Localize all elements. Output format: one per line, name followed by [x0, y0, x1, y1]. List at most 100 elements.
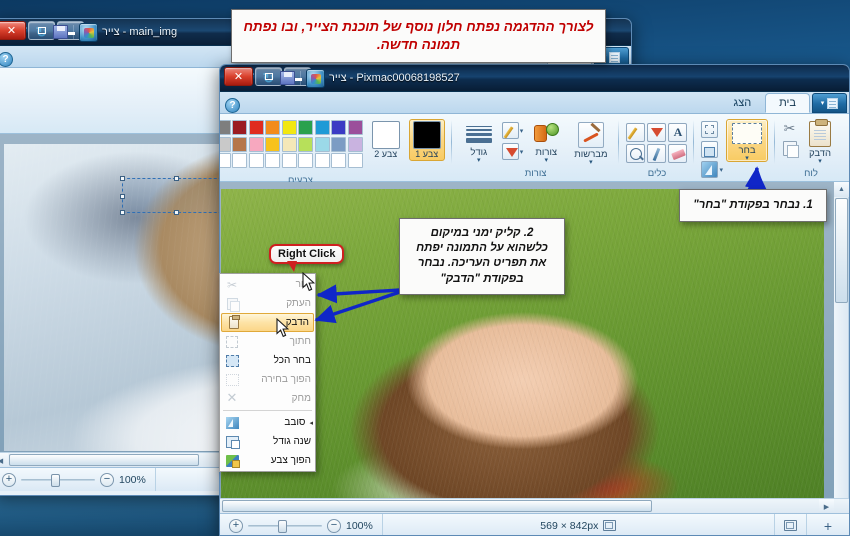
brushes-button[interactable]: מברשות ▾ [569, 119, 612, 166]
text-icon[interactable]: A [668, 122, 688, 142]
chevron-down-icon[interactable]: ▾ [520, 148, 524, 156]
tab-view[interactable]: הצג [720, 93, 766, 113]
color-swatch-1-1[interactable] [347, 120, 363, 135]
chevron-down-icon[interactable]: ▾ [719, 166, 723, 174]
context-menu-item-4[interactable]: בחר הכל [220, 351, 315, 370]
front-hscroll-thumb[interactable] [222, 500, 652, 512]
context-menu-item-8[interactable]: שנה גודל [220, 432, 315, 451]
shapes-button[interactable]: צורות ▾ [526, 119, 566, 164]
color-swatch-2-8[interactable] [232, 136, 248, 152]
color-swatch-1-8[interactable] [232, 120, 248, 135]
back-window-controls[interactable]: ✕ [0, 21, 84, 40]
context-menu-item-6[interactable]: מחק ✕ [220, 389, 315, 408]
scroll-up-arrow[interactable]: ▲ [834, 182, 849, 197]
marquee-handle-bl[interactable] [120, 210, 125, 215]
color-swatch-3-3[interactable] [314, 153, 330, 168]
color-swatch-1-9[interactable] [220, 120, 231, 135]
zoom-slider[interactable] [248, 519, 322, 533]
front-window-controls[interactable]: ✕ [224, 67, 311, 86]
context-menu-item-0[interactable]: גזור✂ [220, 275, 315, 294]
crop-icon[interactable] [701, 121, 719, 138]
context-menu-item-3[interactable]: חתוך [220, 332, 315, 351]
zoom-in-button[interactable]: + [229, 518, 243, 533]
chevron-down-icon[interactable]: ▾ [544, 157, 548, 164]
color-swatch-2-9[interactable] [220, 136, 231, 152]
front-vscroll-thumb[interactable] [835, 198, 848, 303]
copy-icon[interactable] [783, 141, 799, 158]
color-swatch-3-4[interactable] [298, 153, 314, 168]
magnifier-icon[interactable] [626, 143, 646, 163]
color-swatch-2-5[interactable] [281, 136, 297, 152]
color-swatch-3-2[interactable] [331, 153, 347, 168]
context-menu-item-1[interactable]: העתק [220, 294, 315, 313]
front-app-menu-button[interactable]: ▾ [812, 93, 847, 113]
save-icon[interactable] [280, 71, 295, 85]
save-icon[interactable] [53, 25, 68, 39]
chevron-down-icon[interactable]: ▾ [477, 157, 481, 164]
back-zoom-control[interactable]: + − 100% [0, 468, 156, 491]
paint-app-icon[interactable] [79, 22, 98, 42]
chevron-down-icon[interactable]: ▾ [520, 127, 524, 135]
scroll-right-arrow[interactable]: ▶ [819, 499, 834, 513]
color-swatch-3-8[interactable] [232, 153, 248, 168]
zoom-slider-thumb[interactable] [51, 473, 60, 487]
help-icon[interactable]: ? [225, 98, 240, 113]
eyedropper-icon[interactable] [647, 143, 667, 163]
paint-app-icon[interactable] [306, 68, 325, 88]
chevron-down-icon[interactable]: ▾ [745, 155, 749, 162]
front-ribbon-tabstrip[interactable]: ▾ בית הצג ? [220, 92, 849, 114]
close-button[interactable]: ✕ [224, 67, 253, 86]
zoom-slider[interactable] [21, 473, 95, 487]
fill-bucket-icon[interactable] [647, 122, 667, 142]
chevron-down-icon[interactable]: ▾ [818, 158, 822, 165]
resize-icon[interactable] [701, 141, 719, 158]
color-swatch-3-1[interactable] [347, 153, 363, 168]
marquee-handle-bc[interactable] [174, 210, 179, 215]
color-swatch-3-9[interactable] [220, 153, 231, 168]
front-horizontal-scrollbar[interactable]: ▶ [220, 498, 849, 513]
pencil-icon[interactable] [626, 122, 646, 142]
color-swatch-2-6[interactable] [265, 136, 281, 152]
maximize-button[interactable] [255, 67, 282, 86]
zoom-in-button[interactable]: + [2, 472, 16, 487]
color-2-button[interactable]: צבע 2 [368, 119, 404, 161]
color-swatch-2-2[interactable] [331, 136, 347, 152]
marquee-handle-ml[interactable] [120, 194, 125, 199]
color-swatch-1-6[interactable] [265, 120, 281, 135]
context-menu-item-9[interactable]: הפוך צבע [220, 451, 315, 470]
marquee-handle-tl[interactable] [120, 176, 125, 181]
front-vertical-scrollbar[interactable]: ▲ ▼ [834, 182, 849, 513]
tab-home[interactable]: בית [765, 93, 810, 113]
color-swatch-1-4[interactable] [298, 120, 314, 135]
color-swatch-1-2[interactable] [331, 120, 347, 135]
color-swatch-2-4[interactable] [298, 136, 314, 152]
color-swatch-1-3[interactable] [314, 120, 330, 135]
select-button[interactable]: בחר ▾ [726, 119, 768, 162]
front-color-swatches[interactable] [220, 120, 363, 168]
scroll-left-arrow[interactable]: ◀ [0, 453, 8, 467]
scissors-icon[interactable]: ✂ [782, 122, 797, 137]
zoom-out-button[interactable]: − [100, 472, 114, 487]
zoom-slider-thumb[interactable] [278, 519, 287, 533]
color-swatch-1-7[interactable] [248, 120, 264, 135]
front-zoom-control[interactable]: + − 100% [220, 514, 383, 535]
paste-button[interactable]: הדבק ▾ [800, 119, 840, 165]
size-button[interactable]: גודל ▾ [459, 119, 499, 164]
color-swatch-3-6[interactable] [265, 153, 281, 168]
context-menu-item-5[interactable]: הפוך בחירה [220, 370, 315, 389]
color-swatch-2-7[interactable] [248, 136, 264, 152]
zoom-out-button[interactable]: − [327, 518, 341, 533]
chevron-down-icon[interactable]: ▾ [589, 159, 593, 166]
rotate-icon[interactable] [701, 161, 719, 178]
back-hscroll-thumb[interactable] [9, 454, 199, 466]
color-swatch-3-7[interactable] [248, 153, 264, 168]
close-button[interactable]: ✕ [0, 21, 26, 40]
color-swatch-2-3[interactable] [314, 136, 330, 152]
color-swatch-1-5[interactable] [281, 120, 297, 135]
front-window-titlebar[interactable]: ✕ Pixmac00068198527 - צייר ▾ ↺ ↻ [220, 65, 849, 92]
color-1-button[interactable]: צבע 1 [408, 119, 445, 161]
maximize-button[interactable] [28, 21, 55, 40]
selection-marquee[interactable] [120, 176, 234, 215]
marquee-handle-tc[interactable] [174, 176, 179, 181]
help-icon[interactable]: ? [0, 52, 13, 67]
